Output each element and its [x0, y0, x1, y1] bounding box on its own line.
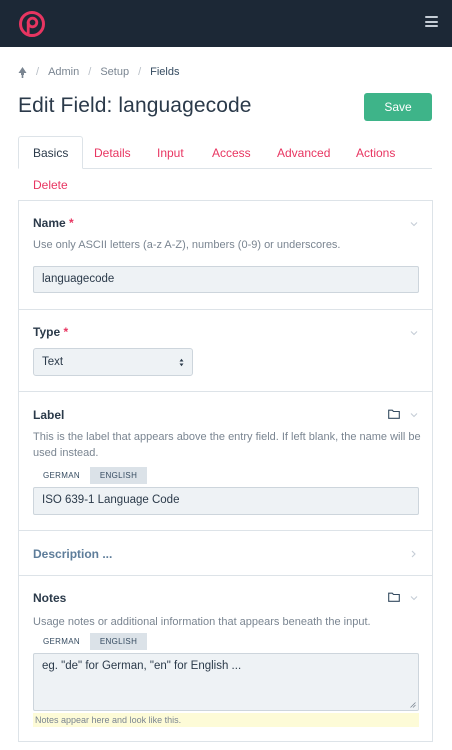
- breadcrumb-separator: /: [88, 66, 92, 78]
- field-notes-label[interactable]: Notes: [33, 591, 66, 605]
- folder-icon[interactable]: [388, 592, 400, 602]
- field-type-label[interactable]: Type *: [33, 325, 68, 339]
- tab-advanced[interactable]: Advanced: [277, 146, 330, 160]
- lang-tab-german[interactable]: GERMAN: [33, 633, 90, 650]
- tab-basics[interactable]: Basics: [18, 136, 84, 169]
- required-mark: *: [63, 325, 69, 339]
- label-input[interactable]: ISO 639-1 Language Code: [33, 487, 419, 515]
- field-name: Name * Use only ASCII letters (a-z A-Z),…: [19, 201, 432, 310]
- field-name-label[interactable]: Name *: [33, 216, 74, 230]
- chevron-down-icon[interactable]: [410, 330, 418, 336]
- save-button[interactable]: Save: [364, 93, 432, 121]
- field-description: Description ...: [19, 531, 432, 576]
- field-label: Label This is the label that appears abo…: [19, 392, 432, 531]
- select-arrows-icon: [179, 358, 184, 367]
- tab-access[interactable]: Access: [212, 146, 251, 160]
- field-type: Type * Text: [19, 310, 432, 392]
- tab-input[interactable]: Input: [157, 146, 184, 160]
- chevron-down-icon[interactable]: [410, 221, 418, 227]
- chevron-down-icon[interactable]: [410, 412, 418, 418]
- processwire-logo-icon[interactable]: [18, 10, 46, 38]
- breadcrumb: / Admin / Setup / Fields: [18, 64, 179, 80]
- field-label-label[interactable]: Label: [33, 408, 64, 422]
- field-notes-description: Usage notes or additional information th…: [33, 616, 371, 628]
- breadcrumb-setup[interactable]: Setup: [100, 66, 129, 78]
- resize-handle-icon[interactable]: [410, 702, 416, 708]
- required-mark: *: [69, 216, 74, 230]
- lang-tab-english[interactable]: ENGLISH: [89, 467, 148, 484]
- notes-textarea[interactable]: eg. "de" for German, "en" for English ..…: [33, 653, 419, 711]
- folder-icon[interactable]: [388, 409, 400, 419]
- field-description-toggle[interactable]: Description ...: [33, 547, 112, 561]
- tab-actions[interactable]: Actions: [356, 146, 395, 160]
- language-tabs: GERMAN ENGLISH: [33, 467, 148, 484]
- breadcrumb-admin[interactable]: Admin: [48, 66, 79, 78]
- tree-icon[interactable]: [18, 66, 27, 78]
- language-tabs: GERMAN ENGLISH: [33, 633, 148, 650]
- chevron-down-icon[interactable]: [410, 595, 418, 601]
- field-notes: Notes Usage notes or additional informat…: [19, 576, 432, 741]
- breadcrumb-separator: /: [36, 66, 40, 78]
- page-title: Edit Field: languagecode: [18, 94, 252, 117]
- fields-panel: Name * Use only ASCII letters (a-z A-Z),…: [18, 200, 433, 742]
- top-bar: [0, 0, 452, 47]
- notes-textarea-value: eg. "de" for German, "en" for English ..…: [42, 660, 242, 672]
- tab-delete[interactable]: Delete: [33, 178, 68, 192]
- type-select[interactable]: Text: [33, 348, 193, 376]
- chevron-right-icon[interactable]: [411, 550, 416, 558]
- type-select-value: Text: [42, 356, 64, 368]
- tab-details[interactable]: Details: [94, 146, 131, 160]
- lang-tab-english[interactable]: ENGLISH: [89, 633, 148, 650]
- field-label-description: This is the label that appears above the…: [33, 431, 421, 459]
- field-name-description: Use only ASCII letters (a-z A-Z), number…: [33, 239, 341, 251]
- breadcrumb-separator: /: [138, 66, 142, 78]
- hamburger-menu-icon[interactable]: [425, 16, 438, 27]
- name-input[interactable]: languagecode: [33, 266, 419, 293]
- field-notes-note: Notes appear here and look like this.: [33, 713, 419, 727]
- lang-tab-german[interactable]: GERMAN: [33, 467, 90, 484]
- breadcrumb-fields[interactable]: Fields: [150, 66, 179, 78]
